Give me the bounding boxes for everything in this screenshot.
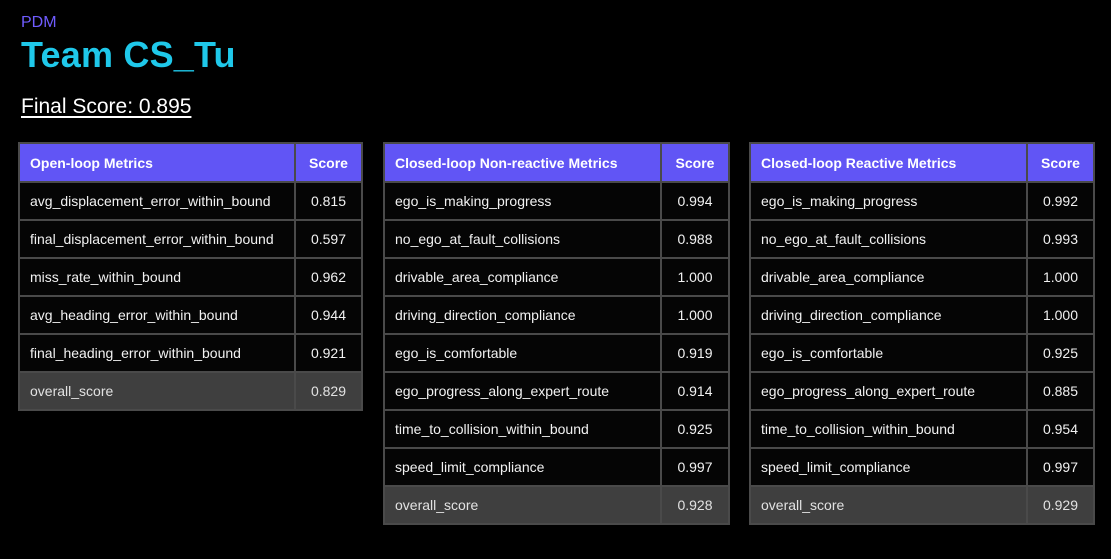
table-row: drivable_area_compliance 1.000 (749, 257, 1095, 297)
score-column-header: Score (1026, 142, 1095, 183)
metric-name: overall_score (749, 485, 1028, 525)
table-header-row: Open-loop Metrics Score (18, 142, 363, 183)
table-header-row: Closed-loop Reactive Metrics Score (749, 142, 1095, 183)
page-subtitle: PDM (21, 14, 57, 31)
metric-name: ego_is_comfortable (383, 333, 662, 373)
table-row: ego_is_comfortable 0.925 (749, 333, 1095, 373)
table-row: speed_limit_compliance 0.997 (383, 447, 730, 487)
final-score: Final Score: 0.895 (21, 95, 192, 118)
table-row: avg_heading_error_within_bound 0.944 (18, 295, 363, 335)
table-row: driving_direction_compliance 1.000 (383, 295, 730, 335)
metric-name: no_ego_at_fault_collisions (383, 219, 662, 259)
metric-score: 0.885 (1026, 371, 1095, 411)
table-row: time_to_collision_within_bound 0.954 (749, 409, 1095, 449)
metric-score: 0.997 (660, 447, 730, 487)
metric-name: avg_displacement_error_within_bound (18, 181, 296, 221)
metric-name: driving_direction_compliance (749, 295, 1028, 335)
table-header-row: Closed-loop Non-reactive Metrics Score (383, 142, 730, 183)
table-row: ego_progress_along_expert_route 0.914 (383, 371, 730, 411)
metric-name: ego_progress_along_expert_route (383, 371, 662, 411)
open-loop-metrics-table: Open-loop Metrics Score avg_displacement… (18, 142, 363, 411)
metric-score: 0.994 (660, 181, 730, 221)
metric-name: speed_limit_compliance (383, 447, 662, 487)
overall-score-row: overall_score 0.829 (18, 371, 363, 411)
table-row: no_ego_at_fault_collisions 0.988 (383, 219, 730, 259)
metric-name: final_heading_error_within_bound (18, 333, 296, 373)
metric-score: 0.992 (1026, 181, 1095, 221)
overall-score-row: overall_score 0.928 (383, 485, 730, 525)
metric-score: 0.914 (660, 371, 730, 411)
closed-loop-reactive-metrics-table: Closed-loop Reactive Metrics Score ego_i… (749, 142, 1095, 525)
metric-name: time_to_collision_within_bound (383, 409, 662, 449)
metric-score: 0.993 (1026, 219, 1095, 259)
metric-name: ego_is_comfortable (749, 333, 1028, 373)
table-row: ego_is_making_progress 0.992 (749, 181, 1095, 221)
metric-score: 0.928 (660, 485, 730, 525)
metric-name: miss_rate_within_bound (18, 257, 296, 297)
table-row: time_to_collision_within_bound 0.925 (383, 409, 730, 449)
metric-name: time_to_collision_within_bound (749, 409, 1028, 449)
table-row: ego_progress_along_expert_route 0.885 (749, 371, 1095, 411)
metric-score: 0.944 (294, 295, 363, 335)
metric-name: overall_score (18, 371, 296, 411)
table-row: no_ego_at_fault_collisions 0.993 (749, 219, 1095, 259)
metric-score: 0.962 (294, 257, 363, 297)
metric-name: driving_direction_compliance (383, 295, 662, 335)
metric-name: drivable_area_compliance (383, 257, 662, 297)
table-row: drivable_area_compliance 1.000 (383, 257, 730, 297)
table-row: driving_direction_compliance 1.000 (749, 295, 1095, 335)
metric-name: ego_progress_along_expert_route (749, 371, 1028, 411)
table-row: avg_displacement_error_within_bound 0.81… (18, 181, 363, 221)
metrics-column-header: Open-loop Metrics (18, 142, 296, 183)
table-row: miss_rate_within_bound 0.962 (18, 257, 363, 297)
table-row: ego_is_making_progress 0.994 (383, 181, 730, 221)
score-column-header: Score (294, 142, 363, 183)
metric-score: 0.954 (1026, 409, 1095, 449)
metric-score: 0.925 (1026, 333, 1095, 373)
metric-name: final_displacement_error_within_bound (18, 219, 296, 259)
metric-score: 1.000 (1026, 295, 1095, 335)
metric-score: 1.000 (1026, 257, 1095, 297)
metric-name: overall_score (383, 485, 662, 525)
metric-score: 0.919 (660, 333, 730, 373)
metric-name: drivable_area_compliance (749, 257, 1028, 297)
metric-name: speed_limit_compliance (749, 447, 1028, 487)
metric-name: no_ego_at_fault_collisions (749, 219, 1028, 259)
table-row: final_displacement_error_within_bound 0.… (18, 219, 363, 259)
table-row: final_heading_error_within_bound 0.921 (18, 333, 363, 373)
metric-score: 0.929 (1026, 485, 1095, 525)
closed-loop-non-reactive-metrics-table: Closed-loop Non-reactive Metrics Score e… (383, 142, 730, 525)
metrics-column-header: Closed-loop Reactive Metrics (749, 142, 1028, 183)
page-title: Team CS_Tu (21, 34, 236, 75)
metric-score: 1.000 (660, 295, 730, 335)
metric-score: 0.815 (294, 181, 363, 221)
metrics-column-header: Closed-loop Non-reactive Metrics (383, 142, 662, 183)
metric-name: ego_is_making_progress (383, 181, 662, 221)
metric-name: ego_is_making_progress (749, 181, 1028, 221)
metric-score: 0.997 (1026, 447, 1095, 487)
score-column-header: Score (660, 142, 730, 183)
metric-score: 0.988 (660, 219, 730, 259)
metric-score: 0.597 (294, 219, 363, 259)
metric-name: avg_heading_error_within_bound (18, 295, 296, 335)
metric-score: 1.000 (660, 257, 730, 297)
table-row: speed_limit_compliance 0.997 (749, 447, 1095, 487)
metric-score: 0.921 (294, 333, 363, 373)
table-row: ego_is_comfortable 0.919 (383, 333, 730, 373)
metric-score: 0.925 (660, 409, 730, 449)
metric-score: 0.829 (294, 371, 363, 411)
overall-score-row: overall_score 0.929 (749, 485, 1095, 525)
